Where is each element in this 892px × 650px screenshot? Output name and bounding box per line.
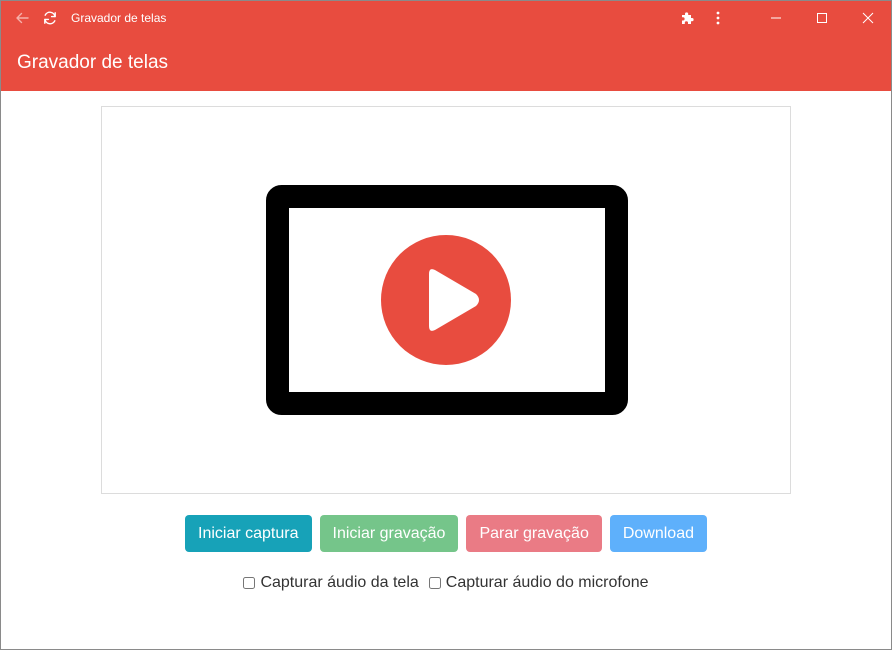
screen-audio-label: Capturar áudio da tela	[260, 574, 419, 591]
video-play-icon	[266, 185, 628, 415]
refresh-button[interactable]	[39, 1, 61, 35]
window-title: Gravador de telas	[71, 11, 167, 25]
video-preview	[101, 106, 791, 494]
audio-options: Capturar áudio da tela Capturar áudio do…	[1, 574, 891, 592]
menu-button[interactable]	[703, 1, 733, 35]
screen-audio-checkbox[interactable]	[243, 577, 256, 589]
close-button[interactable]	[845, 1, 891, 35]
app-window: Gravador de telas Gravador de telas Inic…	[0, 0, 892, 650]
kebab-menu-icon	[716, 11, 720, 25]
stop-recording-button[interactable]: Parar gravação	[466, 515, 602, 552]
arrow-left-icon	[16, 12, 29, 24]
mic-audio-option[interactable]: Capturar áudio do microfone	[428, 574, 649, 592]
controls-bar: Iniciar captura Iniciar gravação Parar g…	[1, 515, 891, 552]
screen-audio-option[interactable]: Capturar áudio da tela	[243, 574, 419, 592]
puzzle-icon	[682, 12, 694, 24]
maximize-icon	[817, 13, 827, 23]
refresh-icon	[44, 11, 56, 25]
download-button[interactable]: Download	[609, 515, 707, 552]
app-header: Gravador de telas	[1, 35, 891, 91]
close-icon	[862, 12, 874, 24]
mic-audio-label: Capturar áudio do microfone	[445, 574, 649, 591]
start-capture-button[interactable]: Iniciar captura	[185, 515, 312, 552]
start-recording-button[interactable]: Iniciar gravação	[319, 515, 459, 552]
back-button[interactable]	[5, 1, 39, 35]
extensions-button[interactable]	[673, 1, 703, 35]
title-bar: Gravador de telas	[1, 1, 891, 35]
page-title: Gravador de telas	[17, 52, 169, 73]
mic-audio-checkbox[interactable]	[428, 577, 441, 589]
minimize-icon	[771, 17, 781, 19]
maximize-button[interactable]	[799, 1, 845, 35]
minimize-button[interactable]	[753, 1, 799, 35]
